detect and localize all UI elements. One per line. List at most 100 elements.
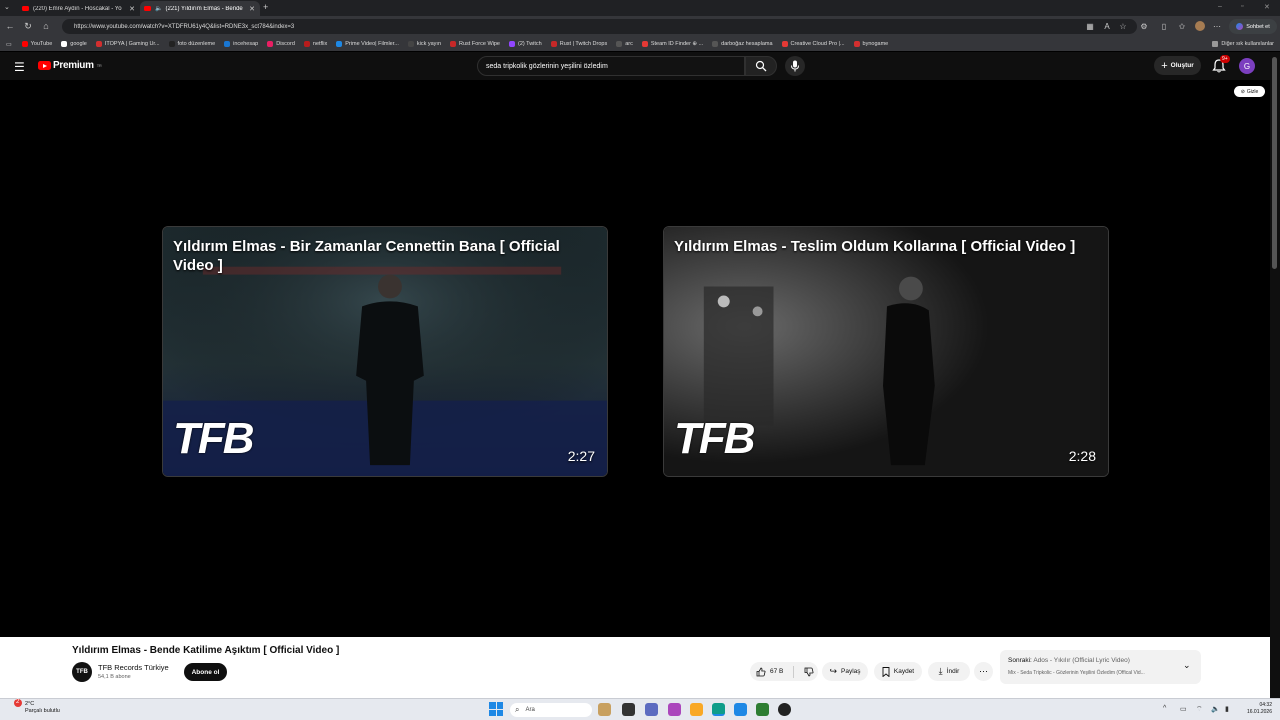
suggested-video-card[interactable]: Yıldırım Elmas - Teslim Oldum Kollarına …: [663, 226, 1109, 477]
bookmark-favicon-icon: [168, 41, 175, 47]
menu-icon[interactable]: ☰: [14, 60, 25, 74]
split-screen-icon[interactable]: ▯: [1159, 21, 1169, 31]
more-menu-icon[interactable]: ⋯: [1212, 21, 1222, 31]
browser-tab[interactable]: (220) Emre Aydın - Hoscakal - Yo ✕: [18, 1, 140, 16]
edge-browser-icon[interactable]: [712, 703, 725, 716]
hide-end-screen-button[interactable]: ⊘ Gizle: [1234, 86, 1265, 97]
share-icon: ↪: [829, 666, 838, 676]
card-title: Yıldırım Elmas - Teslim Oldum Kollarına …: [674, 238, 1076, 255]
youtube-favicon-icon: [144, 6, 151, 11]
bookmark-label: foto düzenleme: [177, 41, 216, 47]
like-button[interactable]: 67 B: [756, 667, 783, 677]
bookmark-item[interactable]: netflix: [303, 41, 327, 47]
bookmark-item[interactable]: incehesap: [224, 41, 258, 47]
bookmark-item[interactable]: bynogame: [853, 41, 888, 47]
favorite-star-icon[interactable]: ☆: [1118, 21, 1128, 31]
bookmark-item[interactable]: Rust Force Wipe: [450, 41, 500, 47]
volume-icon[interactable]: 🔈: [1211, 705, 1220, 713]
create-button[interactable]: + Oluştur: [1154, 56, 1201, 75]
speaker-icon[interactable]: 🔈: [155, 5, 162, 12]
close-tab-icon[interactable]: ✕: [248, 5, 256, 13]
bookmark-item[interactable]: Creative Cloud Pro |...: [781, 41, 845, 47]
bookmark-favicon-icon: [550, 41, 557, 47]
taskbar-search-placeholder: Ara: [525, 707, 535, 713]
bookmark-item[interactable]: Steam ID Finder ⊕ ...: [641, 41, 703, 47]
system-clock[interactable]: 04:32 16.01.2026: [1240, 702, 1272, 716]
restore-icon[interactable]: ▫: [1241, 3, 1243, 10]
browser-tab-active[interactable]: 🔈 (221) Yıldırım Elmas - Bende ✕: [140, 1, 260, 16]
search-input[interactable]: seda tripkolik gözlerinin yeşilini özled…: [477, 56, 745, 76]
bookmark-item[interactable]: Rust | Twitch Drops: [550, 41, 607, 47]
network-icon[interactable]: ▭: [1180, 705, 1187, 713]
bookmark-item[interactable]: Discord: [267, 41, 295, 47]
tray-chevron-icon[interactable]: ^: [1163, 705, 1166, 712]
search-button[interactable]: [745, 56, 777, 76]
chevron-down-icon[interactable]: ⌄: [1183, 660, 1191, 671]
more-actions-button[interactable]: ⋯: [974, 662, 993, 681]
bookmark-item[interactable]: foto düzenleme: [168, 41, 216, 47]
bookmark-item[interactable]: Prime Video| Filmler...: [336, 41, 399, 47]
channel-avatar[interactable]: TFB: [72, 662, 92, 682]
bookmark-item[interactable]: (2) Twitch: [508, 41, 542, 47]
profile-icon[interactable]: [1195, 21, 1205, 31]
chat-button-label: Sohbet et: [1246, 23, 1270, 30]
app-icon[interactable]: [778, 703, 791, 716]
other-bookmarks[interactable]: Diğer sık kullanılanlar: [1212, 41, 1274, 47]
chat-button[interactable]: Sohbet et: [1229, 19, 1277, 34]
bookmark-item[interactable]: kick yayın: [407, 41, 441, 47]
favorites-icon[interactable]: ✩: [1177, 21, 1187, 31]
thumbs-down-icon[interactable]: [804, 667, 814, 677]
copilot-app-icon[interactable]: [668, 703, 681, 716]
subscribe-button[interactable]: Abone ol: [184, 663, 227, 681]
other-bookmarks-label: Diğer sık kullanılanlar: [1221, 41, 1274, 47]
youtube-favicon-icon: [22, 6, 29, 11]
back-icon[interactable]: ←: [4, 20, 16, 32]
bookmark-item[interactable]: darboğaz hesaplama: [712, 41, 773, 47]
close-window-icon[interactable]: ✕: [1264, 3, 1270, 11]
create-label: Oluştur: [1170, 62, 1194, 69]
taskbar-search[interactable]: ⌕ Ara: [510, 703, 592, 717]
teams-icon[interactable]: [645, 703, 658, 716]
weather-widget[interactable]: 2°C Parçalı bulutlu: [16, 701, 60, 715]
widgets-icon[interactable]: [598, 703, 611, 716]
xbox-icon[interactable]: [756, 703, 769, 716]
subscriber-count: 54,1 B abone: [98, 674, 131, 680]
bookmark-item[interactable]: ITOPYA | Gaming Ür...: [95, 41, 160, 47]
like-dislike-group: 67 B: [750, 662, 818, 681]
battery-icon[interactable]: ▮: [1225, 705, 1229, 713]
app-icon[interactable]: ▦: [1085, 21, 1095, 31]
notification-badge: 9+: [1220, 55, 1230, 63]
bookmark-label: YouTube: [30, 41, 53, 47]
account-avatar[interactable]: G: [1239, 58, 1255, 74]
scrollbar-thumb[interactable]: [1272, 57, 1277, 269]
task-view-icon[interactable]: [622, 703, 635, 716]
download-button[interactable]: ⤓ İndir: [928, 662, 970, 681]
suggested-video-card[interactable]: Yıldırım Elmas - Bir Zamanlar Cennettin …: [162, 226, 608, 477]
extensions-icon[interactable]: ⚙: [1139, 21, 1149, 31]
refresh-icon[interactable]: ↻: [22, 20, 34, 32]
bookmark-item[interactable]: google: [61, 41, 87, 47]
wifi-icon[interactable]: ⌔: [1196, 705, 1203, 714]
new-tab-icon[interactable]: +: [263, 2, 268, 12]
home-icon[interactable]: ⌂: [40, 20, 52, 32]
voice-search-button[interactable]: [785, 56, 805, 76]
youtube-logo[interactable]: Premium TR: [38, 60, 102, 71]
store-icon[interactable]: [734, 703, 747, 716]
bookmark-item[interactable]: YouTube: [21, 41, 53, 47]
channel-name[interactable]: TFB Records Türkiye: [98, 663, 169, 672]
channel-watermark-logo: TFB: [674, 414, 756, 463]
close-tab-icon[interactable]: ✕: [128, 5, 136, 13]
minimize-icon[interactable]: –: [1218, 3, 1222, 10]
save-button[interactable]: Kaydet: [874, 662, 922, 681]
bookmarks-folder-icon[interactable]: ▭: [6, 41, 12, 48]
file-explorer-icon[interactable]: [690, 703, 703, 716]
share-button[interactable]: ↪ Paylaş: [822, 662, 868, 681]
url-input[interactable]: https://www.youtube.com/watch?v=XTDFRU61…: [62, 19, 1137, 34]
up-next-panel[interactable]: Sonraki: Ados - Yıkılır (Official Lyric …: [1000, 650, 1201, 684]
bookmarks-bar: ▭ YouTube google ITOPYA | Gaming Ür... foto…: [0, 37, 1280, 51]
start-button-windows-icon[interactable]: [489, 702, 503, 716]
read-aloud-icon[interactable]: A: [1102, 21, 1112, 31]
copilot-icon: [1236, 23, 1244, 30]
tab-menu-icon[interactable]: ⌄: [4, 3, 10, 11]
bookmark-item[interactable]: arc: [616, 41, 633, 47]
